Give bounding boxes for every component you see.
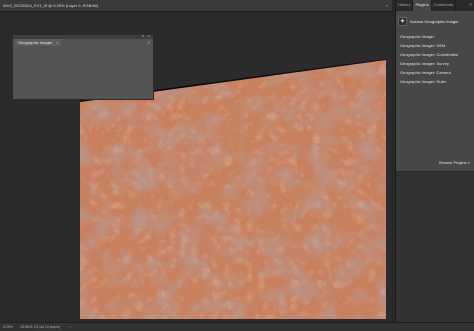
plugin-item-camera[interactable]: Geographic Imager: Camera	[396, 68, 474, 77]
tab-history[interactable]: History	[396, 0, 414, 11]
tab-geographic-imager[interactable]: Geographic Imager ×	[15, 39, 62, 46]
plugin-item-coordinates[interactable]: Geographic Imager: Coordinates	[396, 50, 474, 59]
plugin-item-ruler[interactable]: Geographic Imager: Ruler	[396, 77, 474, 86]
zoom-level[interactable]: 6.25%	[3, 323, 13, 331]
document-close-icon[interactable]: ×	[386, 0, 388, 11]
browse-plugins-link[interactable]: Browse Plugins »	[439, 160, 470, 165]
plugin-group-label: Avenza Geographic Imager	[410, 18, 459, 24]
plugin-item-survey[interactable]: Geographic Imager: Survey	[396, 59, 474, 68]
document-tab[interactable]: WV2_20230304_EX1_0f @ 6.25% (Layer 0, RG…	[0, 0, 392, 12]
browse-plugins-label: Browse Plugins	[439, 160, 467, 165]
status-bar: 6.25% 18.8M/1.2G (all 15 layers) ›	[0, 322, 474, 331]
plugins-list-panel: ◈ Avenza Geographic Imager Geographic Im…	[396, 11, 474, 172]
collapse-icon[interactable]: «	[142, 33, 144, 38]
document-title: WV2_20230304_EX1_0f @ 6.25% (Layer 0, RG…	[3, 3, 99, 8]
empty-dock-area	[396, 172, 474, 322]
tab-close-icon[interactable]: ×	[56, 40, 58, 45]
dock-menu-icon[interactable]: ≡	[470, 0, 474, 11]
tab-plugins[interactable]: Plugins	[413, 0, 432, 11]
plugin-group-header[interactable]: ◈ Avenza Geographic Imager	[398, 15, 472, 27]
geographic-imager-panel[interactable]: « × Geographic Imager × ≡	[12, 33, 154, 100]
plugin-item-dem[interactable]: Geographic Imager: DEM	[396, 41, 474, 50]
plugin-item-geographic-imager[interactable]: Geographic Imager	[396, 32, 474, 41]
panel-body	[13, 46, 153, 99]
plugin-logo-icon: ◈	[398, 16, 407, 26]
tab-comments[interactable]: Comments	[432, 0, 456, 11]
panel-menu-icon[interactable]: ≡	[148, 40, 150, 45]
status-menu-arrow-icon[interactable]: ›	[70, 323, 71, 331]
browse-arrow-icon: »	[467, 160, 470, 165]
plugins-dock: History Plugins Comments ≡ ◈ Avenza Geog…	[395, 0, 474, 322]
tab-label: Geographic Imager	[18, 40, 53, 45]
document-size: 18.8M/1.2G (all 15 layers)	[20, 325, 61, 329]
panel-close-icon[interactable]: ×	[148, 33, 150, 38]
